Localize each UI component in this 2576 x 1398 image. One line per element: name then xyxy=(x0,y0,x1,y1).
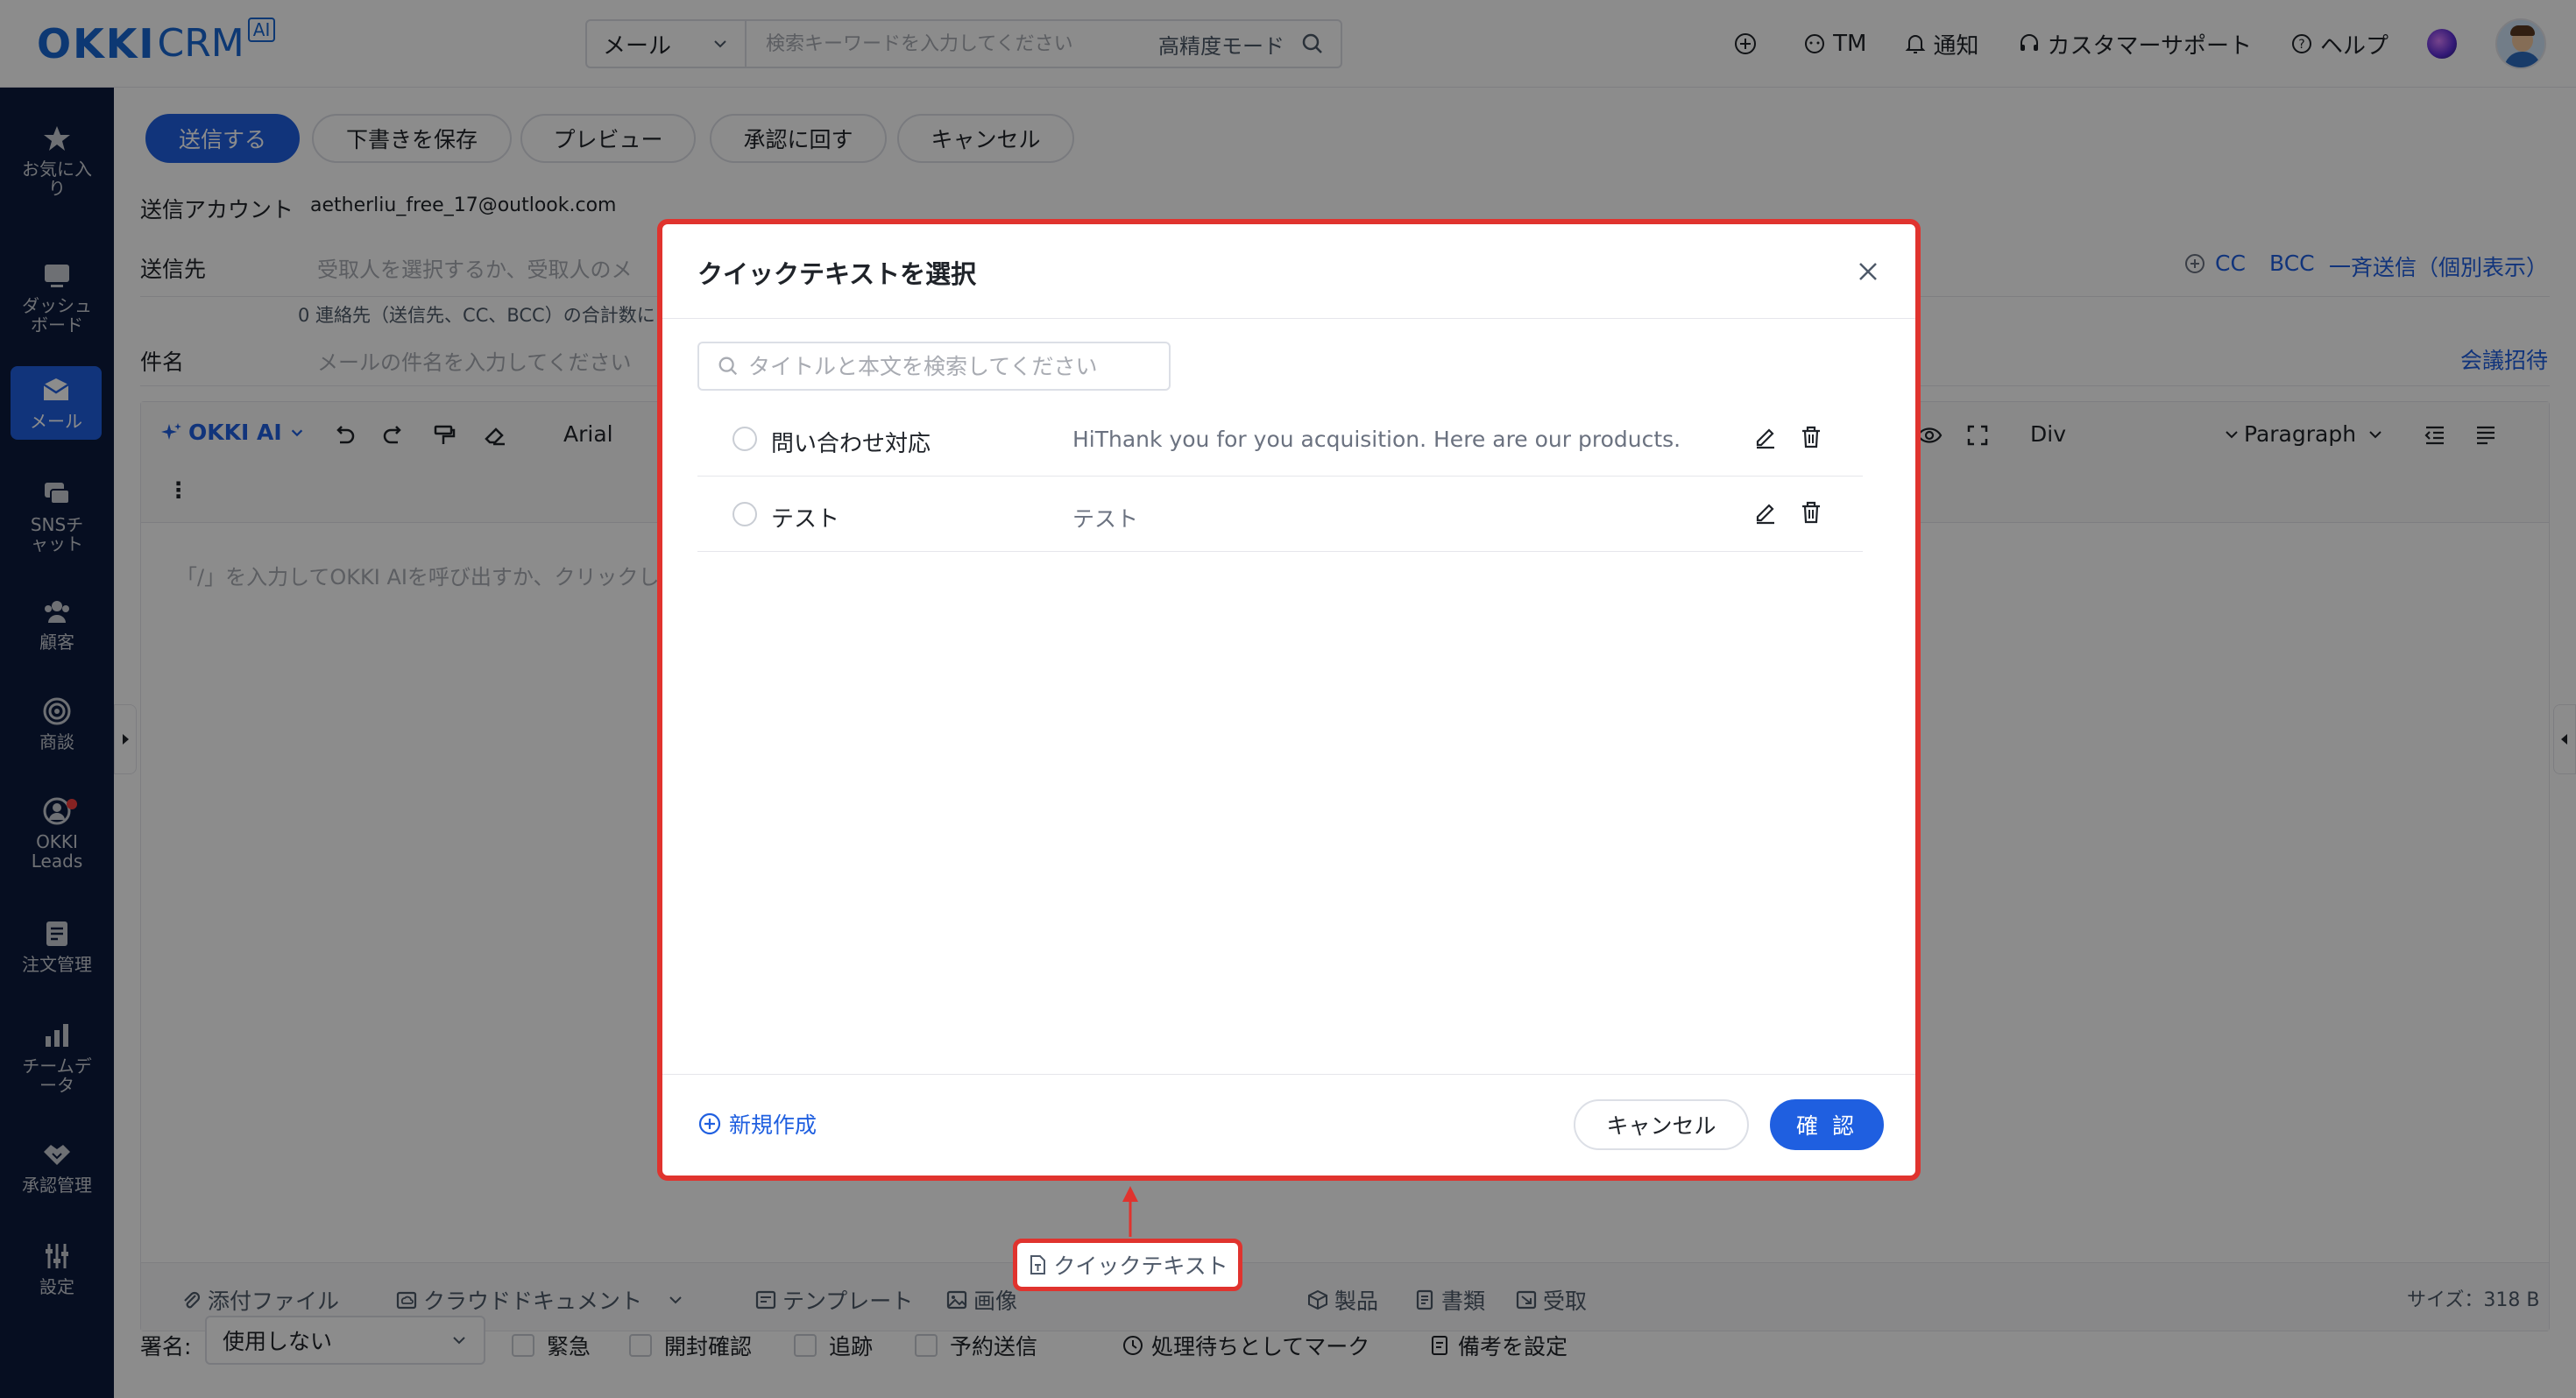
arrow-up-icon xyxy=(1122,1186,1138,1237)
create-new-link[interactable]: 新規作成 xyxy=(697,1108,817,1140)
list-item[interactable]: テスト テスト xyxy=(697,477,1863,552)
modal-header: クイックテキストを選択 xyxy=(662,224,1915,319)
create-new-label: 新規作成 xyxy=(729,1112,817,1138)
edit-icon[interactable] xyxy=(1752,499,1779,529)
modal-cancel-button[interactable]: キャンセル xyxy=(1574,1099,1749,1150)
quick-text-body: テスト xyxy=(1072,506,1139,532)
quick-text-title: テスト xyxy=(771,506,840,533)
quick-text-search xyxy=(697,342,1171,391)
close-icon[interactable] xyxy=(1852,256,1884,287)
radio-button[interactable] xyxy=(732,427,757,451)
edit-icon[interactable] xyxy=(1752,424,1779,454)
modal-confirm-button[interactable]: 確 認 xyxy=(1770,1099,1884,1150)
radio-button[interactable] xyxy=(732,502,757,526)
quick-text-icon xyxy=(1030,1255,1046,1274)
quick-text-modal: クイックテキストを選択 問い合わせ対応 HiThank you for you … xyxy=(657,219,1921,1181)
trash-icon[interactable] xyxy=(1798,499,1824,529)
search-icon xyxy=(718,357,738,376)
modal-title: クイックテキストを選択 xyxy=(697,259,977,289)
list-item[interactable]: 問い合わせ対応 HiThank you for you acquisition.… xyxy=(697,401,1863,477)
quick-text-button[interactable]: クイックテキスト xyxy=(1013,1239,1242,1291)
add-circle-icon xyxy=(698,1112,721,1135)
quick-text-label: クイックテキスト xyxy=(1053,1253,1228,1279)
modal-footer: 新規作成 キャンセル 確 認 xyxy=(662,1074,1915,1176)
quick-text-search-input[interactable] xyxy=(748,353,1151,379)
quick-text-title: 問い合わせ対応 xyxy=(771,431,931,457)
quick-text-body: HiThank you for you acquisition. Here ar… xyxy=(1072,427,1681,452)
trash-icon[interactable] xyxy=(1798,424,1824,454)
